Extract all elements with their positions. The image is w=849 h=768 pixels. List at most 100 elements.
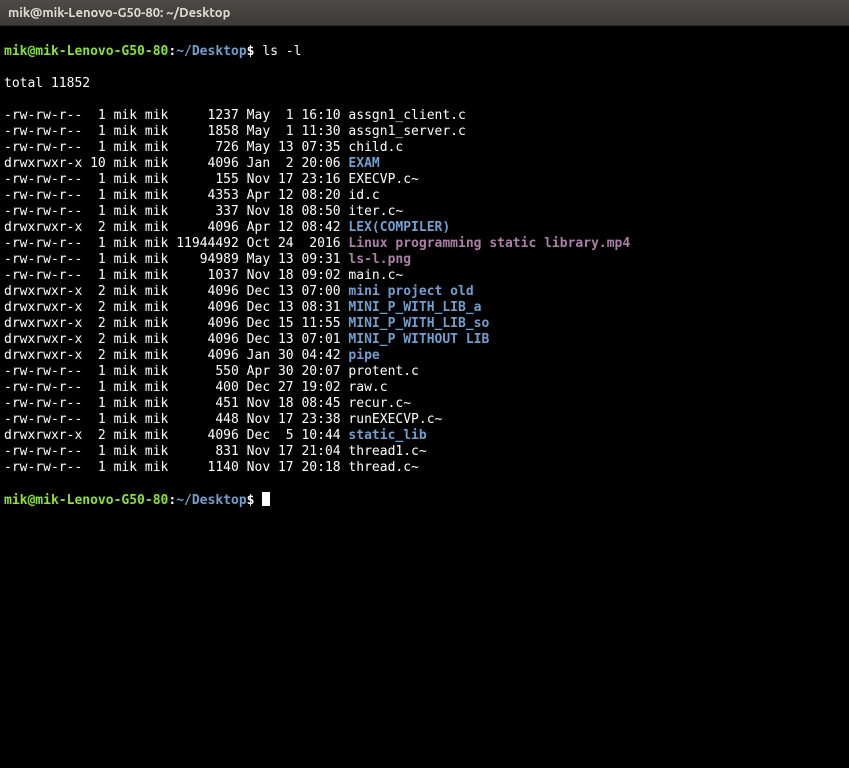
col-links: 1 xyxy=(82,412,105,427)
listing-row: drwxrwxr-x 2 mik mik 4096 Apr 12 08:42 L… xyxy=(4,220,845,236)
listing-row: -rw-rw-r-- 1 mik mik 1140 Nov 17 20:18 t… xyxy=(4,460,845,476)
col-time: 11:30 xyxy=(294,124,341,139)
col-owner: mik xyxy=(106,204,137,219)
col-permissions: drwxrwxr-x xyxy=(4,348,82,363)
file-listing: -rw-rw-r-- 1 mik mik 1237 May 1 16:10 as… xyxy=(4,108,845,476)
col-size: 1140 xyxy=(168,460,238,475)
prompt-user-host: mik@mik-Lenovo-G50-80 xyxy=(4,493,168,508)
col-group: mik xyxy=(137,156,168,171)
window-titlebar[interactable]: mik@mik-Lenovo-G50-80: ~/Desktop xyxy=(0,0,849,26)
col-day: 1 xyxy=(270,108,293,123)
col-time: 10:44 xyxy=(294,428,341,443)
col-month: Nov xyxy=(239,172,270,187)
col-month: Nov xyxy=(239,396,270,411)
col-month: Apr xyxy=(239,220,270,235)
col-filename: EXAM xyxy=(341,156,380,171)
listing-row: drwxrwxr-x 2 mik mik 4096 Dec 5 10:44 st… xyxy=(4,428,845,444)
col-owner: mik xyxy=(106,380,137,395)
col-group: mik xyxy=(137,188,168,203)
col-owner: mik xyxy=(106,268,137,283)
col-permissions: -rw-rw-r-- xyxy=(4,204,82,219)
col-permissions: drwxrwxr-x xyxy=(4,156,82,171)
col-permissions: drwxrwxr-x xyxy=(4,220,82,235)
col-day: 17 xyxy=(270,444,293,459)
col-day: 18 xyxy=(270,204,293,219)
col-month: Dec xyxy=(239,428,270,443)
col-month: Dec xyxy=(239,284,270,299)
col-time: 09:02 xyxy=(294,268,341,283)
col-time: 23:16 xyxy=(294,172,341,187)
col-filename: child.c xyxy=(341,140,404,155)
col-size: 1237 xyxy=(168,108,238,123)
col-day: 13 xyxy=(270,300,293,315)
col-filename: Linux programming static library.mp4 xyxy=(341,236,631,251)
col-size: 4096 xyxy=(168,156,238,171)
listing-row: -rw-rw-r-- 1 mik mik 155 Nov 17 23:16 EX… xyxy=(4,172,845,188)
col-filename: ls-l.png xyxy=(341,252,411,267)
listing-row: -rw-rw-r-- 1 mik mik 1237 May 1 16:10 as… xyxy=(4,108,845,124)
col-group: mik xyxy=(137,428,168,443)
col-links: 2 xyxy=(82,300,105,315)
next-prompt-line[interactable]: mik@mik-Lenovo-G50-80:~/Desktop$ xyxy=(4,492,845,509)
col-time: 20:18 xyxy=(294,460,341,475)
col-owner: mik xyxy=(106,284,137,299)
listing-row: -rw-rw-r-- 1 mik mik 4353 Apr 12 08:20 i… xyxy=(4,188,845,204)
col-permissions: -rw-rw-r-- xyxy=(4,252,82,267)
col-group: mik xyxy=(137,108,168,123)
col-group: mik xyxy=(137,444,168,459)
col-group: mik xyxy=(137,220,168,235)
col-size: 4096 xyxy=(168,284,238,299)
col-permissions: drwxrwxr-x xyxy=(4,284,82,299)
col-group: mik xyxy=(137,380,168,395)
col-links: 1 xyxy=(82,124,105,139)
col-month: Dec xyxy=(239,316,270,331)
col-size: 1037 xyxy=(168,268,238,283)
col-group: mik xyxy=(137,412,168,427)
col-owner: mik xyxy=(106,252,137,267)
prompt-path: ~/Desktop xyxy=(176,44,246,59)
col-owner: mik xyxy=(106,316,137,331)
col-day: 13 xyxy=(270,140,293,155)
col-owner: mik xyxy=(106,332,137,347)
col-size: 4096 xyxy=(168,348,238,363)
col-day: 17 xyxy=(270,460,293,475)
col-month: Nov xyxy=(239,444,270,459)
col-permissions: -rw-rw-r-- xyxy=(4,188,82,203)
col-day: 30 xyxy=(270,364,293,379)
col-time: 08:45 xyxy=(294,396,341,411)
col-filename: mini project old xyxy=(341,284,474,299)
col-links: 1 xyxy=(82,444,105,459)
col-owner: mik xyxy=(106,124,137,139)
terminal-area[interactable]: mik@mik-Lenovo-G50-80:~/Desktop$ ls -l t… xyxy=(0,26,849,529)
col-time: 08:50 xyxy=(294,204,341,219)
col-month: Dec xyxy=(239,332,270,347)
col-size: 4096 xyxy=(168,220,238,235)
col-time: 07:01 xyxy=(294,332,341,347)
col-filename: thread1.c~ xyxy=(341,444,427,459)
col-group: mik xyxy=(137,140,168,155)
col-time: 2016 xyxy=(294,236,341,251)
col-group: mik xyxy=(137,268,168,283)
col-permissions: drwxrwxr-x xyxy=(4,428,82,443)
col-filename: raw.c xyxy=(341,380,388,395)
col-day: 13 xyxy=(270,284,293,299)
col-group: mik xyxy=(137,316,168,331)
col-time: 16:10 xyxy=(294,108,341,123)
col-owner: mik xyxy=(106,236,137,251)
col-time: 09:31 xyxy=(294,252,341,267)
cursor-block xyxy=(262,492,270,506)
listing-row: -rw-rw-r-- 1 mik mik 451 Nov 18 08:45 re… xyxy=(4,396,845,412)
entered-command: ls -l xyxy=(262,44,301,59)
col-time: 07:00 xyxy=(294,284,341,299)
col-group: mik xyxy=(137,332,168,347)
col-permissions: -rw-rw-r-- xyxy=(4,364,82,379)
col-permissions: drwxrwxr-x xyxy=(4,300,82,315)
col-time: 20:06 xyxy=(294,156,341,171)
col-owner: mik xyxy=(106,444,137,459)
col-day: 12 xyxy=(270,188,293,203)
total-line: total 11852 xyxy=(4,76,845,92)
col-permissions: -rw-rw-r-- xyxy=(4,140,82,155)
col-group: mik xyxy=(137,460,168,475)
col-month: May xyxy=(239,124,270,139)
col-month: Nov xyxy=(239,204,270,219)
